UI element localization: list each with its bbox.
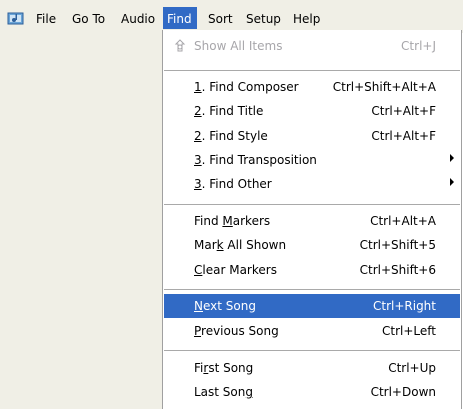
menu-item-shortcut: Ctrl+Alt+F [371, 104, 436, 118]
menu-sort[interactable]: Sort [208, 11, 233, 27]
submenu-arrow-icon [450, 178, 454, 186]
menu-item-label: 2. Find Title [194, 104, 264, 118]
menu-item-label: Clear Markers [194, 263, 277, 277]
menu-item-next-song[interactable]: Next Song Ctrl+Right [164, 294, 460, 318]
menu-item-shortcut: Ctrl+Alt+A [370, 214, 436, 228]
menu-item-last-song[interactable]: Last Song Ctrl+Down [164, 380, 460, 404]
main-pane [0, 33, 162, 409]
menu-item-find-composer[interactable]: 1. Find Composer Ctrl+Shift+Alt+A [164, 75, 460, 99]
menu-item-shortcut: Ctrl+Shift+6 [359, 263, 436, 277]
menu-item-find-markers[interactable]: Find Markers Ctrl+Alt+A [164, 209, 460, 233]
menu-item-shortcut: Ctrl+Alt+F [371, 129, 436, 143]
menu-item-label: 3. Find Other [194, 177, 272, 191]
menu-bar: File Go To Audio Find Sort Setup Help [0, 0, 463, 33]
menu-item-find-transposition[interactable]: 3. Find Transposition [164, 148, 460, 172]
menu-item-shortcut: Ctrl+Up [388, 361, 436, 375]
menu-separator [164, 70, 460, 71]
menu-item-shortcut: Ctrl+Shift+5 [359, 238, 436, 252]
menu-item-label: Last Song [194, 385, 253, 399]
menu-item-label: 3. Find Transposition [194, 153, 317, 167]
submenu-arrow-icon [450, 154, 454, 162]
menu-file[interactable]: File [36, 11, 56, 27]
menu-item-label: Find Markers [194, 214, 271, 228]
menu-separator [164, 350, 460, 351]
menu-help[interactable]: Help [293, 11, 320, 27]
show-all-icon [172, 38, 188, 54]
menu-item-shortcut: Ctrl+Left [382, 324, 436, 338]
menu-go-to[interactable]: Go To [72, 11, 105, 27]
menu-item-show-all-items: Show All Items Ctrl+J [164, 34, 460, 58]
menu-setup[interactable]: Setup [246, 11, 281, 27]
menu-item-mark-all-shown[interactable]: Mark All Shown Ctrl+Shift+5 [164, 233, 460, 257]
menu-item-label: Mark All Shown [194, 238, 287, 252]
menu-item-shortcut: Ctrl+Right [372, 299, 436, 313]
menu-separator [164, 204, 460, 205]
menu-item-label: 1. Find Composer [194, 80, 299, 94]
app-icon[interactable] [7, 10, 25, 26]
menu-item-find-other[interactable]: 3. Find Other [164, 172, 460, 196]
menu-separator [164, 289, 460, 290]
menu-audio[interactable]: Audio [121, 11, 155, 27]
menu-item-find-style[interactable]: 2. Find Style Ctrl+Alt+F [164, 124, 460, 148]
find-dropdown-menu: Show All Items Ctrl+J 1. Find Composer C… [162, 30, 462, 409]
menu-item-label: Show All Items [194, 39, 283, 53]
menu-item-previous-song[interactable]: Previous Song Ctrl+Left [164, 319, 460, 343]
menu-item-shortcut: Ctrl+Shift+Alt+A [332, 80, 436, 94]
menu-find[interactable]: Find [163, 7, 197, 29]
menu-item-label: 2. Find Style [194, 129, 268, 143]
menu-item-find-title[interactable]: 2. Find Title Ctrl+Alt+F [164, 99, 460, 123]
menu-item-label: First Song [194, 361, 254, 375]
menu-item-label: Next Song [194, 299, 256, 313]
menu-item-first-song[interactable]: First Song Ctrl+Up [164, 356, 460, 380]
menu-item-label: Previous Song [194, 324, 279, 338]
menu-item-clear-markers[interactable]: Clear Markers Ctrl+Shift+6 [164, 258, 460, 282]
menu-item-shortcut: Ctrl+Down [370, 385, 436, 399]
menu-find-label: Find [167, 12, 192, 26]
menu-item-shortcut: Ctrl+J [401, 39, 436, 53]
